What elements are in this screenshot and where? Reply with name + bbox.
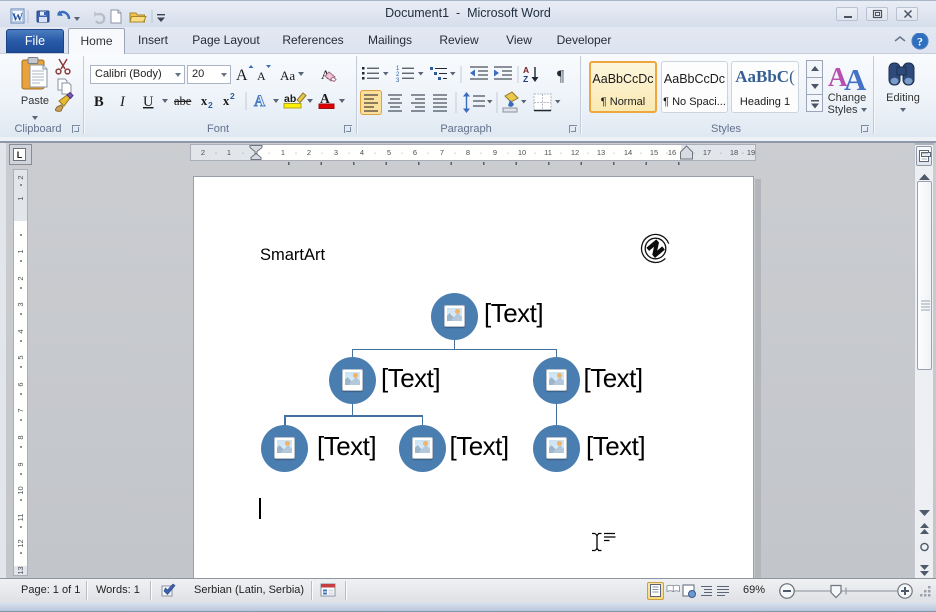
svg-text:Z: Z (523, 74, 528, 84)
svg-text:U: U (143, 94, 154, 110)
svg-text:2: 2 (230, 91, 235, 101)
svg-text:?: ? (917, 35, 923, 49)
svg-text:A: A (844, 62, 867, 92)
svg-text:A: A (236, 67, 248, 84)
svg-text:2: 2 (208, 100, 213, 110)
svg-text:B: B (94, 94, 104, 110)
svg-text:A: A (254, 93, 266, 110)
svg-text:x: x (223, 94, 230, 108)
svg-text:x: x (201, 94, 208, 108)
svg-text:abe: abe (174, 94, 192, 108)
svg-text:W: W (12, 12, 23, 24)
svg-text:A: A (257, 69, 266, 83)
svg-text:3: 3 (396, 78, 400, 84)
svg-text:Aa: Aa (280, 68, 295, 83)
svg-text:¶: ¶ (557, 68, 565, 85)
svg-text:I: I (119, 94, 126, 110)
